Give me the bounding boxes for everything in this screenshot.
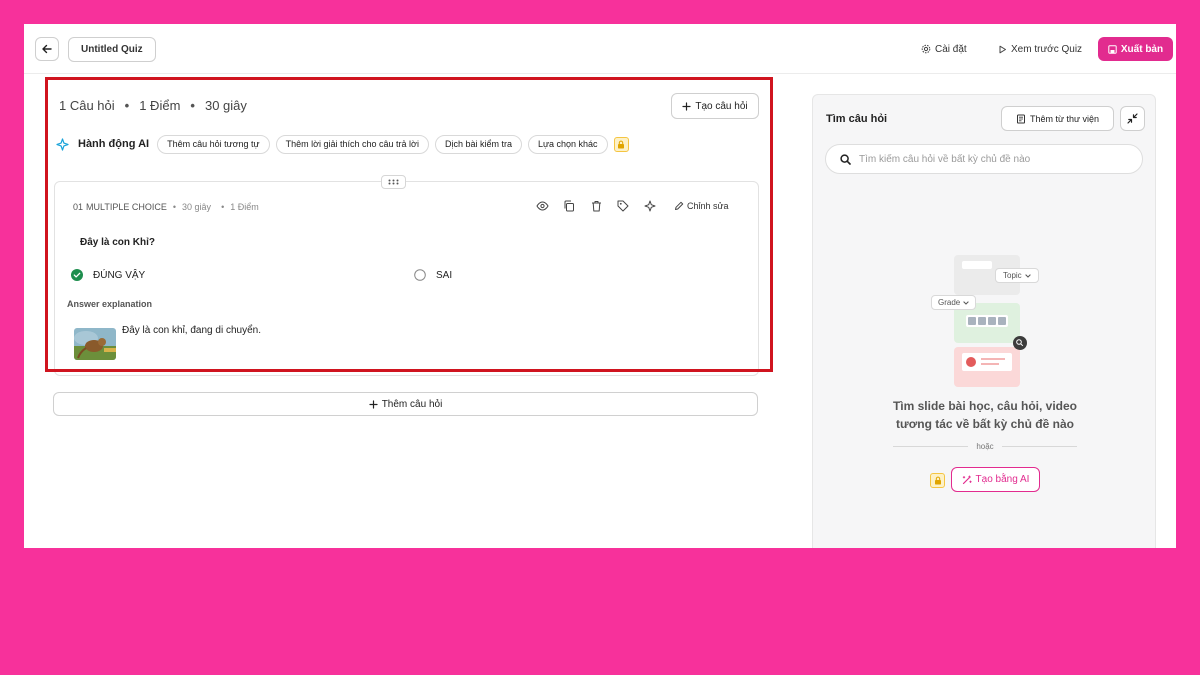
- separator-dot: •: [172, 202, 177, 212]
- quiz-stats: 1 Câu hỏi • 1 Điểm • 30 giây: [59, 98, 247, 113]
- publish-button[interactable]: Xuất bản: [1098, 37, 1173, 61]
- ai-actions-row: Hành động AI Thêm câu hỏi tương tự Thêm …: [56, 134, 629, 154]
- option-label: ĐÚNG VẬY: [93, 269, 146, 281]
- copy-icon[interactable]: [562, 199, 576, 213]
- publish-label: Xuất bản: [1120, 43, 1164, 55]
- divider-line: [1001, 446, 1078, 447]
- check-circle-icon: [71, 269, 83, 281]
- grade-label: Grade: [938, 298, 961, 307]
- explanation-text: Đây là con khỉ, đang di chuyển.: [122, 325, 261, 336]
- chip-add-explanation[interactable]: Thêm lời giải thích cho câu trả lời: [275, 134, 429, 154]
- collapse-arrows-icon: [1127, 113, 1138, 124]
- separator-dot: •: [221, 202, 225, 212]
- separator-dot: •: [124, 98, 130, 113]
- question-meta: 01 MULTIPLE CHOICE • 30 giây • 1 Điểm: [73, 202, 259, 212]
- explanation-image: [74, 328, 116, 360]
- magic-wand-icon: [962, 475, 972, 484]
- book-icon: [1016, 114, 1025, 123]
- arrow-left-icon: [42, 44, 52, 54]
- back-button[interactable]: [35, 37, 59, 61]
- separator-dot: •: [190, 98, 195, 113]
- collapse-button[interactable]: [1120, 106, 1145, 131]
- save-icon: [1108, 44, 1117, 54]
- settings-button[interactable]: Cài đặt: [921, 37, 967, 61]
- question-count: 1 Câu hỏi: [59, 98, 115, 113]
- ai-actions-label: Hành động AI: [78, 138, 150, 150]
- edit-button[interactable]: Chỉnh sửa: [674, 201, 729, 211]
- search-input[interactable]: [859, 153, 1129, 165]
- or-label: hoặc: [976, 442, 994, 451]
- app-window: Untitled Quiz Cài đặt Xem trước Quiz Xuấ…: [24, 24, 1176, 548]
- grip-icon: [388, 179, 399, 185]
- trash-icon[interactable]: [589, 199, 603, 213]
- or-divider: hoặc: [893, 442, 1078, 451]
- divider-line: [893, 446, 969, 447]
- drag-handle[interactable]: [381, 175, 406, 189]
- question-time: 30 giây: [182, 202, 212, 212]
- chip-other-options[interactable]: Lựa chọn khác: [527, 134, 608, 154]
- eye-icon[interactable]: [535, 199, 549, 213]
- empty-state-illustration: Topic Grade: [931, 255, 1061, 390]
- quiz-title-button[interactable]: Untitled Quiz: [68, 37, 156, 62]
- topic-pill: Topic: [995, 268, 1039, 283]
- lock-icon: [930, 473, 945, 488]
- radio-empty-icon: [414, 269, 426, 281]
- question-number: 01: [73, 202, 84, 212]
- empty-state-text: Tìm slide bài học, câu hỏi, video tương …: [813, 397, 1157, 433]
- add-from-library-button[interactable]: Thêm từ thư viện: [1001, 106, 1114, 131]
- create-with-ai-button[interactable]: Tạo bằng AI: [951, 467, 1040, 492]
- chip-similar-questions[interactable]: Thêm câu hỏi tương tự: [157, 134, 270, 154]
- search-box[interactable]: [825, 144, 1143, 174]
- answer-option[interactable]: SAI: [414, 269, 452, 281]
- top-bar: Untitled Quiz Cài đặt Xem trước Quiz Xuấ…: [24, 24, 1176, 74]
- create-question-label: Tạo câu hỏi: [695, 100, 748, 112]
- play-icon: [999, 45, 1006, 53]
- settings-label: Cài đặt: [935, 43, 967, 55]
- question-finder-panel: Tìm câu hỏi Thêm từ thư viện Tìm kiếm câ…: [812, 94, 1156, 548]
- panel-title: Tìm câu hỏi: [826, 113, 888, 125]
- sparkle-icon: [56, 137, 69, 151]
- plus-icon: [369, 399, 378, 409]
- library-label: Thêm từ thư viện: [1029, 113, 1100, 124]
- topic-label: Topic: [1003, 271, 1022, 280]
- chip-translate-quiz[interactable]: Dịch bài kiểm tra: [434, 134, 522, 154]
- empty-state-line: tương tác về bất kỳ chủ đề nào: [896, 417, 1074, 431]
- question-points: 1 Điểm: [230, 202, 259, 212]
- add-question-button[interactable]: Thêm câu hỏi: [53, 392, 758, 416]
- sparkle-icon[interactable]: [643, 199, 657, 213]
- question-toolbar: Chỉnh sửa: [535, 199, 729, 213]
- answer-option-correct[interactable]: ĐÚNG VẬY: [71, 269, 145, 281]
- preview-button[interactable]: Xem trước Quiz: [998, 37, 1082, 61]
- add-question-label: Thêm câu hỏi: [381, 398, 443, 410]
- gear-icon: [921, 44, 931, 54]
- time-total: 30 giây: [204, 98, 247, 113]
- pencil-icon: [675, 201, 684, 210]
- ai-create-label: Tạo bằng AI: [975, 474, 1030, 485]
- preview-label: Xem trước Quiz: [1011, 43, 1083, 55]
- search-icon: [840, 153, 851, 165]
- create-question-button[interactable]: Tạo câu hỏi: [671, 93, 759, 119]
- edit-label: Chỉnh sửa: [687, 201, 729, 211]
- grade-pill: Grade: [931, 295, 977, 310]
- plus-icon: [682, 101, 691, 111]
- question-type: MULTIPLE CHOICE: [86, 202, 167, 212]
- question-text: Đây là con Khỉ?: [80, 237, 156, 248]
- empty-state-line: Tìm slide bài học, câu hỏi, video: [892, 399, 1078, 413]
- lock-icon: [613, 136, 629, 152]
- question-card: 01 MULTIPLE CHOICE • 30 giây • 1 Điểm Ch…: [54, 181, 759, 376]
- option-label: SAI: [436, 269, 453, 281]
- points-count: 1 Điểm: [139, 98, 181, 113]
- answer-explanation-label: Answer explanation: [67, 299, 153, 309]
- tag-icon[interactable]: [616, 199, 630, 213]
- chevron-down-icon: [1024, 273, 1031, 278]
- chevron-down-icon: [963, 300, 969, 305]
